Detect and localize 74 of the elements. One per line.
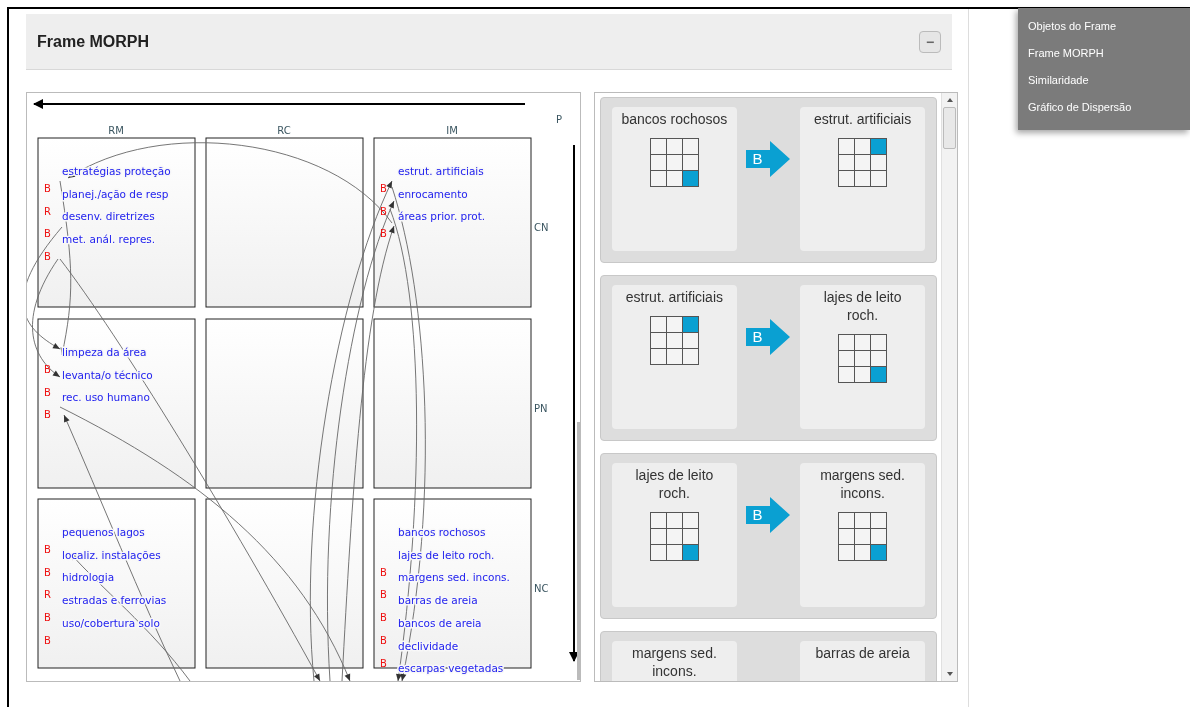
item-label[interactable]: localiz. instalações (62, 548, 161, 561)
item-label[interactable]: uso/cobertura solo (62, 616, 160, 629)
state-label: barras de areia (814, 644, 911, 662)
item-label[interactable]: margens sed. incons. (398, 571, 510, 584)
relation-arrow: B (746, 141, 791, 177)
state-label: bancos rochosos (620, 110, 729, 128)
item-label[interactable]: áreas prior. prot. (398, 210, 486, 223)
mini-grid-icon (838, 512, 888, 561)
item-label[interactable]: rec. uso humano (62, 391, 150, 404)
mini-grid-icon (649, 316, 699, 365)
column-label: RC (277, 125, 291, 136)
relation-marker: B (44, 566, 51, 578)
relation-marker: B (44, 364, 51, 375)
relation-marker: B (380, 657, 387, 669)
item-label[interactable]: levanta/o técnico (62, 368, 153, 381)
row-label: NC (534, 583, 549, 594)
relation-arrow: B (746, 319, 791, 355)
relation-marker: B (44, 544, 51, 555)
mini-grid-icon (649, 512, 699, 561)
scrollbar[interactable] (941, 93, 957, 681)
relation-marker: B (44, 228, 51, 240)
state-label: estrut. artificiais (624, 288, 724, 306)
relation-marker: B (380, 566, 387, 578)
state-label: lajes de leito roch. (822, 288, 903, 324)
item-label[interactable]: bancos rochosos (398, 526, 486, 538)
menu-item[interactable]: Gráfico de Dispersão (1018, 97, 1190, 124)
row-label: CN (534, 222, 549, 233)
scrollbar-thumb[interactable] (577, 422, 580, 680)
panel-title: Frame MORPH (37, 32, 150, 51)
relation-marker: B (380, 183, 387, 194)
item-label[interactable]: lajes de leito roch. (398, 548, 495, 561)
relation-marker: B (44, 634, 51, 646)
column-label: IM (446, 125, 458, 136)
item-label[interactable]: enrocamento (398, 187, 468, 200)
relation-marker: B (380, 228, 387, 240)
relation-marker: B (380, 589, 387, 601)
relation-marker: B (44, 409, 51, 421)
item-label[interactable]: bancos de areia (398, 616, 482, 629)
item-label[interactable]: barras de areia (398, 594, 478, 607)
menu-item[interactable]: Frame MORPH (1018, 43, 1190, 70)
item-label[interactable]: estradas e ferrovias (62, 594, 167, 607)
item-label[interactable]: hidrologia (62, 571, 115, 584)
mini-grid-icon (838, 138, 888, 187)
relation-marker: B (44, 183, 51, 194)
mini-grid-icon (838, 334, 888, 383)
mini-grid-icon (649, 138, 699, 187)
menu-item[interactable]: Objetos do Frame (1018, 16, 1190, 43)
relation-marker: R (44, 205, 51, 217)
axis-label: P (556, 114, 563, 125)
relation-arrow: B (746, 497, 791, 533)
relation-marker: B (44, 386, 51, 398)
column-label: RM (108, 125, 124, 136)
state-label: lajes de leito roch. (634, 466, 715, 502)
menu-item[interactable]: Similaridade (1018, 70, 1190, 97)
relation-marker: R (44, 589, 51, 601)
relation-marker: B (380, 634, 387, 646)
relation-marker: B (44, 612, 51, 624)
relation-marker: B (44, 251, 51, 263)
state-label: margens sed. incons. (819, 466, 906, 502)
relation-marker: B (380, 205, 387, 217)
collapse-button[interactable]: − (919, 30, 941, 53)
item-label[interactable]: pequenos lagos (62, 526, 145, 538)
item-label[interactable]: escarpas vegetadas (398, 662, 504, 675)
row-label: PN (534, 403, 548, 414)
item-label[interactable]: limpeza da área (62, 346, 147, 358)
item-label[interactable]: met. anál. repres. (62, 233, 156, 246)
item-label[interactable]: estratégias proteção (62, 165, 171, 177)
item-label[interactable]: desenv. diretrizes (62, 210, 155, 223)
relation-marker: B (380, 612, 387, 624)
item-label[interactable]: planej./ação de resp (62, 187, 169, 200)
item-label[interactable]: estrut. artificiais (398, 165, 484, 177)
state-label: margens sed. incons. (631, 644, 718, 680)
item-label[interactable]: declividade (398, 639, 459, 652)
state-label: estrut. artificiais (812, 110, 913, 128)
